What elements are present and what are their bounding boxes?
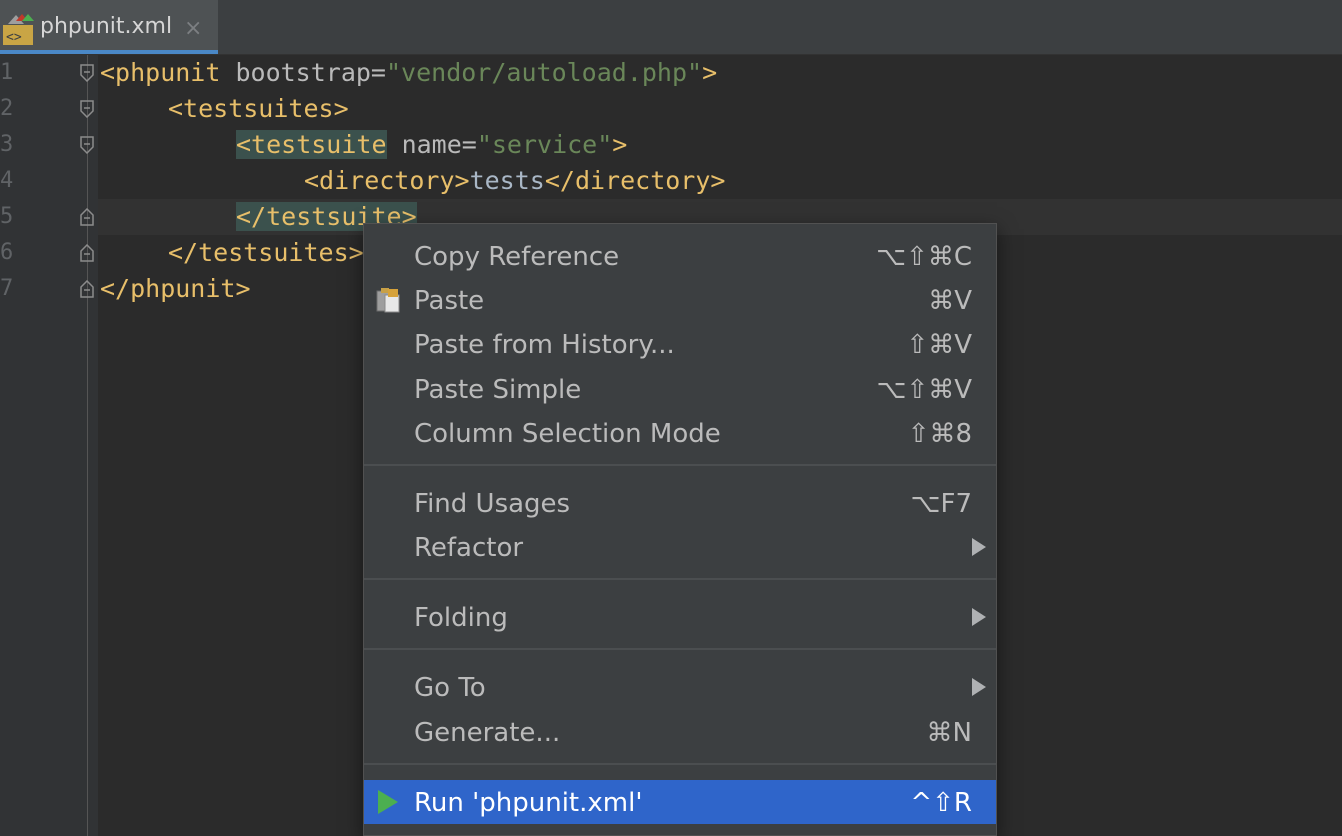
line-number: 6 (0, 240, 14, 265)
submenu-arrow-icon (972, 538, 986, 556)
fold-close-icon[interactable] (80, 208, 94, 226)
xml-tag: > (702, 58, 718, 87)
xml-attribute: bootstrap= (220, 58, 386, 87)
code-line-6[interactable]: </testsuites> (168, 235, 364, 271)
menu-item-column-selection-mode[interactable]: Column Selection Mode ⇧⌘8 (364, 411, 996, 455)
menu-item-refactor[interactable]: Refactor (364, 525, 996, 569)
menu-item-shortcut: ⌘N (926, 718, 972, 748)
fold-open-icon[interactable] (80, 64, 94, 82)
menu-item-label: Refactor (414, 533, 524, 563)
xml-tag: </phpunit> (100, 274, 251, 303)
run-play-icon (378, 790, 398, 814)
menu-separator (364, 763, 996, 765)
editor-gutter (0, 55, 98, 836)
fold-close-icon[interactable] (80, 280, 94, 298)
menu-item-label: Folding (414, 603, 508, 633)
tab-label: phpunit.xml (40, 14, 173, 39)
line-number: 7 (0, 276, 14, 301)
code-line-4[interactable]: <directory>tests</directory> (304, 163, 725, 199)
xml-tag: </directory> (544, 166, 726, 195)
tab-close-icon[interactable]: × (184, 16, 202, 41)
line-number: 2 (0, 96, 14, 121)
editor-tab-bar: <> phpunit.xml × (0, 0, 1342, 55)
menu-item-shortcut: ⇧⌘V (906, 330, 972, 360)
xml-value: "vendor/autoload.php" (386, 58, 703, 87)
line-number: 1 (0, 60, 14, 85)
code-line-3[interactable]: <testsuite name="service"> (236, 127, 627, 163)
clipboard-icon (376, 288, 400, 313)
menu-separator (364, 464, 996, 466)
menu-separator (364, 578, 996, 580)
menu-item-shortcut: ⌥⇧⌘V (876, 375, 972, 405)
menu-item-shortcut: ⌥F7 (910, 489, 972, 519)
menu-item-find-usages[interactable]: Find Usages ⌥F7 (364, 481, 996, 525)
xml-tag: <testsuites> (168, 94, 349, 123)
code-line-1[interactable]: <phpunit bootstrap="vendor/autoload.php"… (100, 55, 717, 91)
xml-tag: <directory> (304, 166, 470, 195)
menu-separator (364, 648, 996, 650)
xml-attribute: name= (386, 130, 477, 159)
menu-item-shortcut: ^⇧R (910, 788, 972, 818)
submenu-arrow-icon (972, 608, 986, 626)
menu-item-label: Paste from History... (414, 330, 675, 360)
menu-item-paste[interactable]: Paste ⌘V (364, 278, 996, 322)
menu-item-label: Run 'phpunit.xml' (414, 788, 643, 818)
menu-item-paste-simple[interactable]: Paste Simple ⌥⇧⌘V (364, 367, 996, 411)
fold-close-icon[interactable] (80, 244, 94, 262)
line-number: 5 (0, 204, 14, 229)
menu-item-label: Generate... (414, 718, 561, 748)
menu-item-go-to[interactable]: Go To (364, 665, 996, 709)
menu-item-folding[interactable]: Folding (364, 595, 996, 639)
menu-item-generate[interactable]: Generate... ⌘N (364, 710, 996, 754)
menu-item-shortcut: ⇧⌘8 (907, 419, 972, 449)
menu-item-label: Go To (414, 673, 486, 703)
code-line-2[interactable]: <testsuites> (168, 91, 349, 127)
gutter-divider (87, 55, 88, 836)
menu-item-label: Copy Reference (414, 242, 620, 272)
menu-item-run-phpunit[interactable]: Run 'phpunit.xml' ^⇧R (364, 780, 996, 824)
xml-tag: <phpunit (100, 58, 221, 87)
xml-tag-matched: <testsuite (236, 130, 387, 159)
menu-item-label: Find Usages (414, 489, 571, 519)
submenu-arrow-icon (972, 678, 986, 696)
xml-text: tests (469, 166, 545, 195)
menu-item-copy-reference[interactable]: Copy Reference ⌥⇧⌘C (364, 234, 996, 278)
menu-item-shortcut: ⌘V (928, 286, 972, 316)
xml-value: "service" (476, 130, 613, 159)
line-number: 4 (0, 168, 14, 193)
editor-context-menu: Copy Reference ⌥⇧⌘C Paste ⌘V Paste from … (363, 223, 997, 836)
xml-file-icon: <> (3, 14, 34, 45)
menu-item-label: Paste Simple (414, 375, 582, 405)
line-number: 3 (0, 132, 14, 157)
xml-tag: </testsuites> (168, 238, 364, 267)
fold-open-icon[interactable] (80, 100, 94, 118)
svg-text:<>: <> (6, 30, 22, 45)
menu-item-shortcut: ⌥⇧⌘C (876, 242, 972, 272)
menu-item-label: Paste (414, 286, 485, 316)
menu-item-label: Column Selection Mode (414, 419, 721, 449)
tab-phpunit-xml[interactable]: <> phpunit.xml × (0, 0, 218, 54)
fold-open-icon[interactable] (80, 136, 94, 154)
xml-tag: > (612, 130, 628, 159)
code-line-7[interactable]: </phpunit> (100, 271, 251, 307)
menu-item-paste-from-history[interactable]: Paste from History... ⇧⌘V (364, 322, 996, 366)
